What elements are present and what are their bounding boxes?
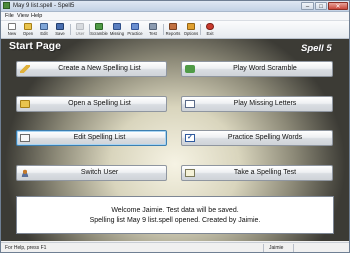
open-icon: [24, 23, 32, 30]
toolbar: New Open Edit Save User Scramble Missing: [1, 21, 349, 39]
menu-file[interactable]: File: [5, 12, 14, 20]
button-label: Open a Spelling List: [68, 100, 131, 107]
edit-list-button[interactable]: Edit Spelling List: [16, 130, 167, 146]
close-button[interactable]: ✕: [328, 2, 348, 10]
toolbar-scramble-button[interactable]: Scramble: [90, 22, 108, 37]
options-icon: [187, 23, 195, 30]
status-user: Jaimie: [269, 245, 284, 251]
toolbar-practice-button[interactable]: Practice: [127, 22, 143, 37]
open-list-button[interactable]: Open a Spelling List: [16, 96, 167, 112]
missing-letters-icon: [185, 100, 195, 108]
button-label: Play Missing Letters: [233, 100, 297, 107]
status-message: Spelling list May 9 list.spell opened. C…: [89, 217, 261, 224]
puzzle-icon: [185, 65, 195, 73]
toolbar-test-button[interactable]: Test: [145, 22, 161, 37]
button-label: Play Word Scramble: [233, 65, 297, 72]
toolbar-label: Save: [55, 31, 65, 36]
word-scramble-button[interactable]: Play Word Scramble: [181, 61, 333, 77]
button-label: Create a New Spelling List: [58, 65, 141, 72]
exit-icon: [206, 23, 214, 30]
create-list-button[interactable]: Create a New Spelling List: [16, 61, 167, 77]
maximize-button[interactable]: □: [315, 2, 327, 10]
button-label: Practice Spelling Words: [227, 134, 303, 141]
toolbar-user-button[interactable]: User: [72, 22, 88, 37]
toolbar-options-button[interactable]: Options: [183, 22, 199, 37]
status-message-panel: Welcome Jaimie. Test data will be saved.…: [16, 196, 334, 234]
spelling-test-button[interactable]: Take a Spelling Test: [181, 165, 333, 181]
app-icon: [3, 2, 10, 9]
test-paper-icon: [185, 169, 195, 177]
toolbar-save-button[interactable]: Save: [52, 22, 68, 37]
status-divider: [263, 244, 264, 252]
test-icon: [149, 23, 157, 30]
app-window: May 9 list.spell - Spell5 – □ ✕ File Vie…: [0, 0, 350, 253]
status-help-text: For Help, press F1: [5, 245, 47, 251]
menu-view[interactable]: View: [17, 12, 29, 20]
switch-user-button[interactable]: Switch User: [16, 165, 167, 181]
checkbox-icon: ✓: [185, 134, 195, 142]
button-label: Edit Spelling List: [73, 134, 126, 141]
toolbar-reports-button[interactable]: Reports: [165, 22, 181, 37]
page-title: Start Page: [9, 40, 61, 52]
toolbar-label: Exit: [206, 31, 214, 36]
title-bar: May 9 list.spell - Spell5 – □ ✕: [1, 1, 349, 12]
button-label: Switch User: [80, 169, 119, 176]
reports-icon: [169, 23, 177, 30]
menu-bar: File View Help: [1, 12, 349, 21]
new-icon: [8, 23, 16, 30]
window-title: May 9 list.spell - Spell5: [13, 3, 75, 9]
scramble-icon: [95, 23, 103, 30]
button-label: Take a Spelling Test: [233, 169, 297, 176]
toolbar-label: Test: [149, 31, 157, 36]
toolbar-exit-button[interactable]: Exit: [202, 22, 218, 37]
edit-icon: [40, 23, 48, 30]
user-icon: [76, 23, 84, 30]
practice-words-button[interactable]: ✓ Practice Spelling Words: [181, 130, 333, 146]
status-divider: [293, 244, 294, 252]
edit-list-icon: [20, 134, 30, 142]
menu-help[interactable]: Help: [31, 12, 42, 20]
start-page: Start Page Spell 5 Create a New Spelling…: [1, 39, 349, 241]
minimize-button[interactable]: –: [301, 2, 314, 10]
user-icon: [20, 169, 30, 177]
status-message: Welcome Jaimie. Test data will be saved.: [111, 207, 239, 214]
folder-icon: [20, 100, 30, 108]
status-bar: For Help, press F1 Jaimie: [1, 242, 349, 252]
practice-icon: [131, 23, 139, 30]
missing-icon: [113, 23, 121, 30]
pencil-icon: [20, 65, 30, 73]
missing-letters-button[interactable]: Play Missing Letters: [181, 96, 333, 112]
brand-logo-text: Spell 5: [301, 43, 332, 54]
toolbar-missing-button[interactable]: Missing: [109, 22, 125, 37]
save-icon: [56, 23, 64, 30]
